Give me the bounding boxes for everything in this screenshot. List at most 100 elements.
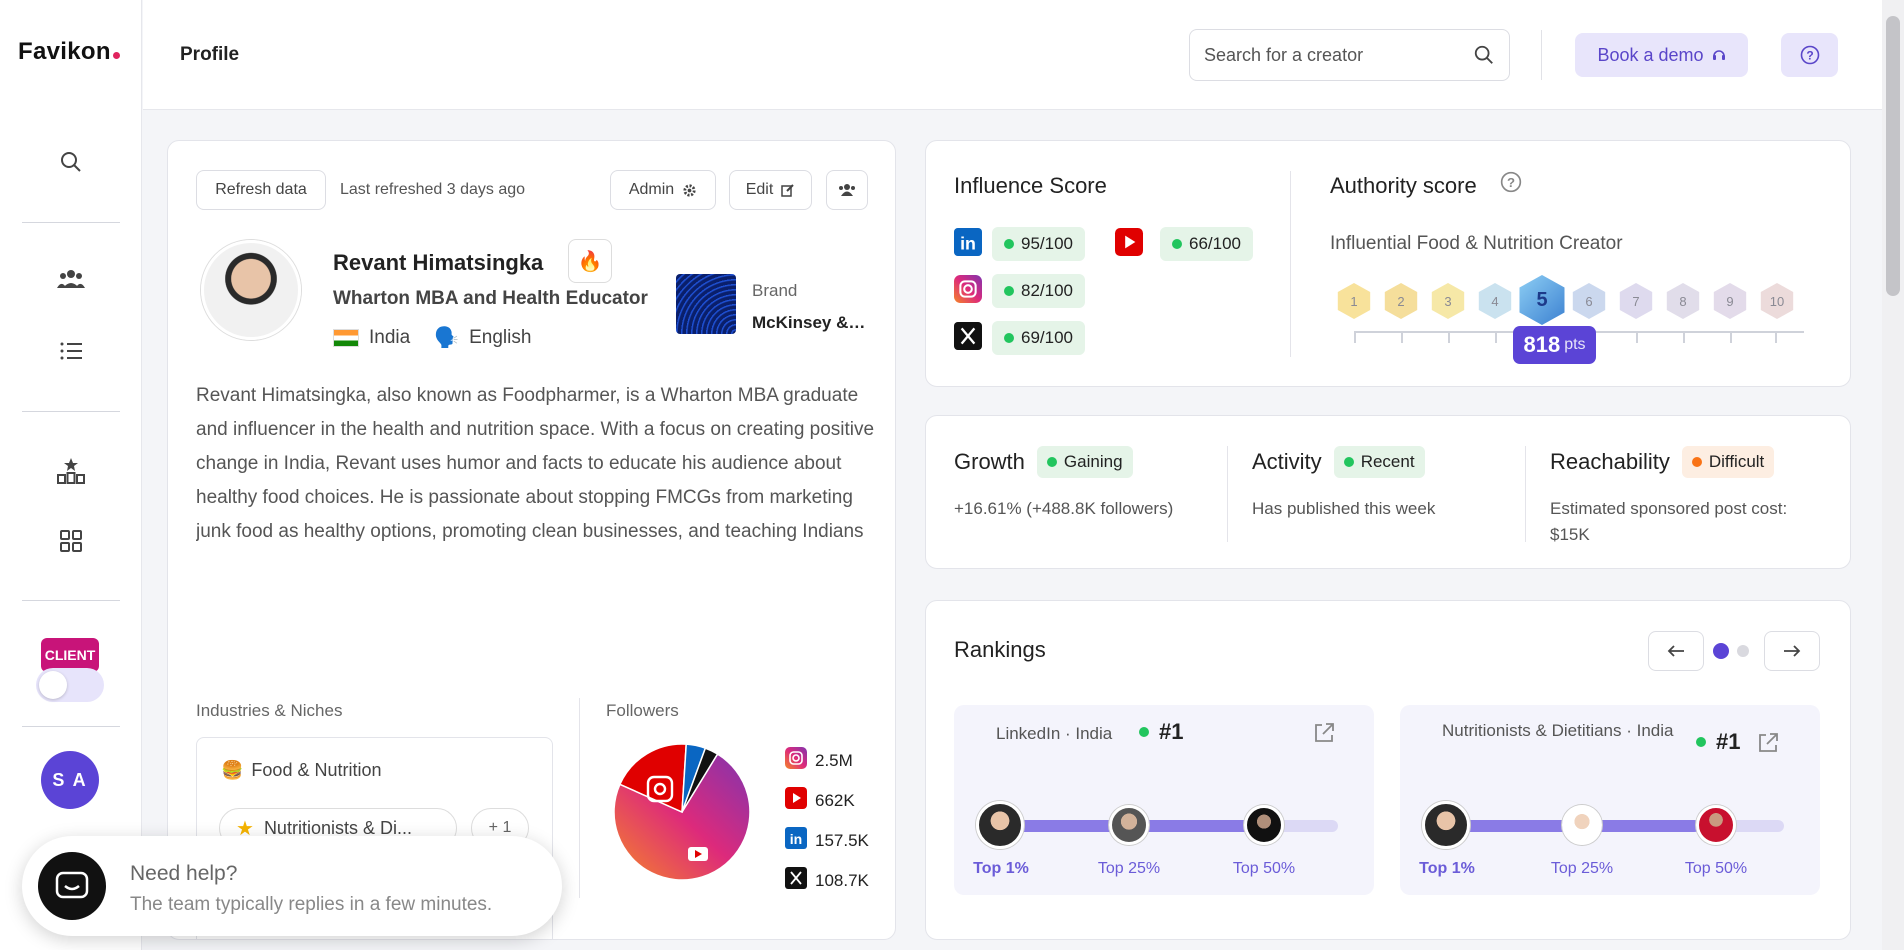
creator-meta: India 🗣️ English (333, 325, 531, 350)
followers-pie (612, 742, 752, 882)
search-icon[interactable] (1473, 44, 1495, 66)
refresh-data-button[interactable]: Refresh data (196, 170, 326, 210)
india-flag-icon (333, 328, 359, 347)
activity-title: Activity (1252, 449, 1322, 474)
level-badge-3: 3 (1430, 283, 1466, 319)
level-tick (1636, 331, 1638, 343)
creator-rank-avatar (976, 801, 1024, 849)
followers-x: 108.7K (785, 867, 869, 894)
level-badge-5: 5 (1517, 275, 1567, 325)
sidebar: Favikon CLIENT S A (0, 0, 142, 950)
fire-icon[interactable]: 🔥 (568, 239, 612, 283)
authority-points: 818 pts (1513, 326, 1596, 364)
search-input[interactable] (1204, 44, 1473, 66)
ranking-bar (990, 820, 1338, 832)
linkedin-icon: in (785, 827, 807, 854)
sidebar-divider (22, 411, 120, 412)
followers-label: Followers (606, 701, 679, 720)
x-icon (954, 321, 982, 355)
rank-label: Top 1% (1419, 860, 1475, 877)
followers-youtube: 662K (785, 787, 855, 814)
svg-text:?: ? (1806, 49, 1813, 63)
headset-icon (1712, 50, 1725, 60)
book-demo-button[interactable]: Book a demo (1575, 33, 1748, 77)
level-tick (1495, 331, 1497, 343)
arrow-left-icon (1667, 645, 1684, 657)
country-label: India (369, 326, 411, 348)
help-widget[interactable]: Need help? The team typically replies in… (22, 836, 562, 936)
external-link-icon[interactable] (1756, 731, 1780, 755)
chat-icon[interactable] (38, 852, 106, 920)
external-link-icon[interactable] (1312, 721, 1336, 745)
activity-metric: Activity Recent Has published this week (1252, 446, 1435, 522)
peer-avatar (1562, 805, 1602, 845)
industry-item: 🍔 Food & Nutrition (221, 760, 381, 781)
creator-rank-avatar (1422, 801, 1470, 849)
profile-card: Refresh data Last refreshed 3 days ago A… (167, 140, 896, 940)
level-tick (1401, 331, 1403, 343)
growth-status: Gaining (1036, 446, 1133, 478)
search-icon[interactable] (52, 143, 90, 181)
youtube-slice-icon (688, 847, 708, 861)
creator-bio: Revant Himatsingka, also known as Foodph… (196, 385, 875, 542)
industry-label: Food & Nutrition (251, 760, 382, 780)
page-scrollbar[interactable] (1882, 0, 1904, 950)
edit-button[interactable]: Edit (729, 170, 812, 210)
help-title: Need help? (130, 862, 238, 885)
sidebar-divider (22, 726, 120, 727)
level-badge-6: 6 (1571, 283, 1607, 319)
sidebar-divider (22, 222, 120, 223)
peer-avatar (1244, 805, 1284, 845)
last-refreshed-text: Last refreshed 3 days ago (340, 181, 526, 198)
level-tick (1448, 331, 1450, 343)
level-badge-2: 2 (1383, 283, 1419, 319)
instagram-score: 82/100 (992, 274, 1085, 308)
admin-button[interactable]: Admin (610, 170, 716, 210)
grid-icon[interactable] (52, 522, 90, 560)
prev-button[interactable] (1648, 631, 1704, 671)
rankings-title: Rankings (954, 637, 1046, 662)
language-label: English (469, 326, 532, 348)
level-tick (1683, 331, 1685, 343)
authority-category: Influential Food & Nutrition Creator (1330, 233, 1623, 254)
youtube-score: 66/100 (1160, 227, 1253, 261)
arrow-right-icon (1784, 645, 1801, 657)
activity-detail: Has published this week (1252, 499, 1436, 518)
reachability-metric: Reachability Difficult Estimated sponsor… (1550, 446, 1830, 548)
followers-linkedin: in 157.5K (785, 827, 869, 854)
level-tick (1775, 331, 1777, 343)
search-box[interactable] (1189, 29, 1510, 81)
growth-metric: Growth Gaining +16.61% (+488.8K follower… (954, 446, 1173, 522)
user-avatar[interactable]: S A (41, 751, 99, 809)
svg-text:?: ? (1507, 175, 1515, 190)
section-divider (579, 698, 580, 898)
level-badge-9: 9 (1712, 283, 1748, 319)
list-icon[interactable] (52, 332, 90, 370)
brand-logo[interactable] (676, 274, 736, 334)
edit-label: Edit (745, 181, 774, 198)
question-icon: ? (1800, 45, 1819, 65)
brand-name[interactable]: McKinsey & ... (752, 313, 867, 333)
users-icon[interactable] (52, 260, 90, 298)
followers-pie-chart (613, 743, 751, 881)
influence-title: Influence Score (954, 173, 1107, 198)
favikon-logo[interactable]: Favikon (18, 38, 120, 66)
authority-help-icon[interactable]: ? (1500, 171, 1522, 193)
gear-icon (683, 183, 696, 197)
help-button[interactable]: ? (1781, 33, 1838, 77)
next-button[interactable] (1764, 631, 1820, 671)
rank-label: Top 1% (973, 860, 1029, 877)
carousel-dot-active[interactable] (1713, 643, 1729, 659)
sidebar-divider (22, 600, 120, 601)
ranking-number: #1 (1139, 719, 1183, 745)
level-badge-10: 10 (1759, 283, 1795, 319)
ranking-icon[interactable] (52, 452, 90, 490)
industries-label: Industries & Niches (196, 701, 343, 720)
rankings-card: Rankings LinkedIn · India #1 Top 1% Top … (925, 600, 1851, 940)
carousel-dot[interactable] (1737, 645, 1749, 657)
team-button[interactable] (826, 170, 868, 210)
mode-toggle[interactable] (36, 668, 104, 702)
growth-title: Growth (954, 449, 1025, 474)
toggle-knob (39, 671, 67, 699)
scrollbar-thumb[interactable] (1886, 16, 1900, 296)
